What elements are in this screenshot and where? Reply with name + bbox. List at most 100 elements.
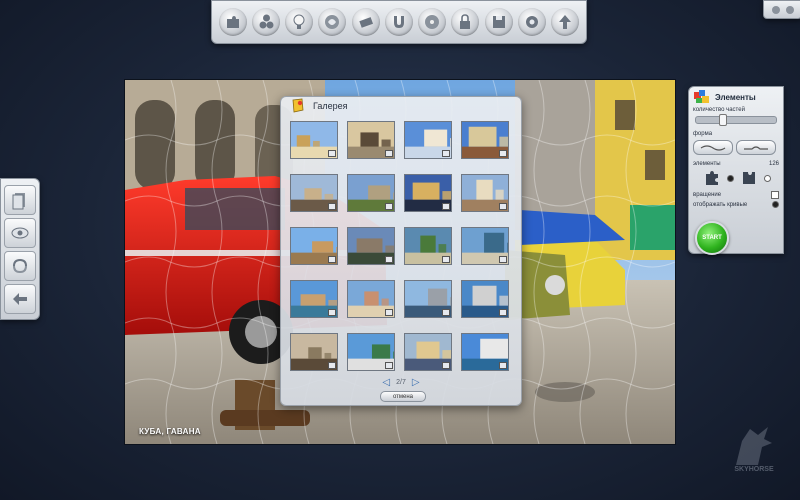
gear-button[interactable] (518, 8, 547, 36)
save-icon (492, 16, 505, 28)
elements-row: элементы 126 (693, 161, 779, 167)
left-toolbar (0, 178, 40, 320)
swirl-button[interactable] (318, 8, 347, 36)
gallery-thumbnail-city-panorama[interactable] (290, 174, 338, 212)
thumbnail-badge-icon (442, 256, 450, 263)
eye-button[interactable] (4, 217, 36, 248)
gallery-thumbnail-coastal-city[interactable] (461, 280, 509, 318)
gallery-thumbnail-river-bridge[interactable] (461, 227, 509, 265)
pieces-count-label: количество частей (693, 107, 745, 113)
puzzle-pieces-icon (226, 16, 239, 28)
gallery-thumbnail-marina[interactable] (461, 333, 509, 371)
gallery-thumbnail-capitol[interactable] (404, 121, 452, 159)
thumbnail-badge-icon (328, 203, 336, 210)
eraser-button[interactable] (351, 8, 380, 36)
back-arrow-button[interactable] (4, 283, 36, 314)
elements-title: Элементы (715, 92, 756, 102)
thumbnail-badge-icon (442, 150, 450, 157)
lock-button[interactable] (451, 8, 480, 36)
thumbnail-badge-icon (385, 362, 393, 369)
gallery-thumbnail-moscow[interactable] (461, 121, 509, 159)
elements-label: элементы (693, 161, 721, 167)
thumbnail-badge-icon (442, 309, 450, 316)
cycle-icon (13, 258, 27, 273)
page-indicator: 2/7 (396, 379, 406, 386)
thumbnail-badge-icon (442, 362, 450, 369)
molecules-icon (259, 14, 274, 29)
gallery-thumbnail-skyline[interactable] (404, 280, 452, 318)
eraser-icon (359, 17, 373, 28)
thumbnail-badge-icon (499, 309, 507, 316)
slider-knob[interactable] (719, 114, 727, 126)
molecules-button[interactable] (251, 8, 280, 36)
magnet-button[interactable] (384, 8, 413, 36)
window-controls (763, 0, 800, 19)
minimize-icon[interactable] (771, 5, 780, 14)
gallery-title: Галерея (313, 101, 348, 111)
pager: ◁ 2/7 ▷ (281, 377, 521, 388)
disc-button[interactable] (418, 8, 447, 36)
disc-icon (425, 15, 440, 29)
start-button[interactable]: START (695, 221, 729, 255)
gallery-header: Галерея (281, 97, 521, 115)
lightbulb-icon (293, 14, 305, 29)
thumbnail-badge-icon (499, 150, 507, 157)
puzzle-pieces-button[interactable] (218, 8, 247, 36)
gallery-thumbnail-cathedral[interactable] (347, 174, 395, 212)
sheet-icon (12, 192, 25, 209)
gallery-thumbnail-canal-city[interactable] (290, 280, 338, 318)
element-type-radio-1[interactable] (727, 174, 734, 182)
gallery-logo-icon (292, 98, 304, 113)
pieces-count-slider[interactable] (695, 114, 777, 126)
up-arrow-button[interactable] (551, 8, 580, 36)
gallery-thumbnail-old-town[interactable] (347, 227, 395, 265)
show-curves-checkbox[interactable] (772, 201, 779, 208)
puzzle-piece-alt-icon[interactable] (740, 169, 758, 187)
gallery-thumbnail-castle-garden[interactable] (404, 227, 452, 265)
thumbnail-badge-icon (499, 256, 507, 263)
thumbnail-badge-icon (442, 203, 450, 210)
show-curves-row: отображать кривые (693, 201, 779, 208)
shape-classic-button[interactable] (693, 140, 733, 155)
magnet-icon (393, 16, 404, 28)
next-page-icon[interactable]: ▷ (412, 377, 420, 388)
shape-label: форма (693, 131, 713, 137)
cycle-button[interactable] (4, 250, 36, 281)
gallery-thumbnail-colosseum[interactable] (290, 227, 338, 265)
gear-icon (526, 16, 539, 28)
thumbnail-badge-icon (499, 362, 507, 369)
gallery-thumbnail-harbor-town[interactable] (347, 280, 395, 318)
top-toolbar (211, 0, 587, 44)
elements-count: 126 (768, 161, 779, 167)
rotation-label: вращение (693, 192, 722, 198)
gallery-thumbnail-wolf-statue[interactable] (347, 121, 395, 159)
show-curves-label: отображать кривые (693, 201, 748, 208)
element-type-radio-2[interactable] (764, 174, 771, 182)
eye-icon (11, 227, 29, 238)
sheet-button[interactable] (4, 184, 36, 215)
shape-curve-button[interactable] (736, 140, 776, 155)
gallery-thumbnail-amphitheater[interactable] (290, 333, 338, 371)
puzzle-pieces-icon (694, 90, 709, 103)
thumbnail-badge-icon (328, 256, 336, 263)
thumbnail-badge-icon (385, 203, 393, 210)
gallery-thumbnail-acropolis[interactable] (290, 121, 338, 159)
gallery-thumbnail-tropical-city[interactable] (347, 333, 395, 371)
thumbnail-badge-icon (385, 309, 393, 316)
thumbnail-badge-icon (385, 150, 393, 157)
puzzle-piece-icon[interactable] (703, 169, 721, 187)
lightbulb-button[interactable] (285, 8, 314, 36)
gallery-thumbnail-tower-bridge[interactable] (404, 174, 452, 212)
image-caption: КУБА, ГАВАНА (139, 427, 201, 436)
thumbnail-badge-icon (328, 309, 336, 316)
close-icon[interactable] (785, 5, 794, 14)
up-arrow-icon (559, 15, 572, 29)
elements-header: Элементы (693, 90, 779, 104)
rotation-checkbox[interactable] (771, 191, 779, 199)
gallery-thumbnail-tv-tower-city[interactable] (404, 333, 452, 371)
prev-page-icon[interactable]: ◁ (382, 377, 390, 388)
save-button[interactable] (484, 8, 513, 36)
gallery-thumbnail-palace[interactable] (461, 174, 509, 212)
cancel-button[interactable]: отмена (380, 391, 426, 402)
rotation-row: вращение (693, 191, 779, 199)
